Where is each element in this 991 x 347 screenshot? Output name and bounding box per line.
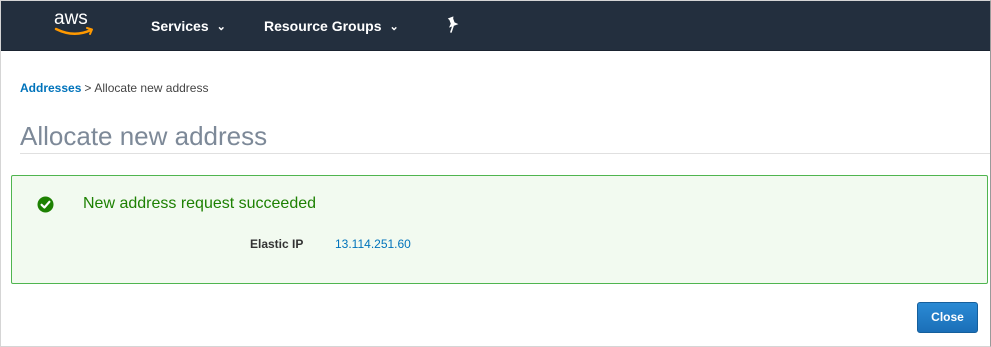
close-button[interactable]: Close xyxy=(917,302,978,333)
chevron-down-icon: ⌄ xyxy=(389,21,399,33)
check-circle-icon xyxy=(37,196,54,213)
services-menu-label: Services xyxy=(151,18,209,34)
aws-smile-icon xyxy=(54,27,93,35)
title-divider xyxy=(20,153,990,154)
console-window: aws Services ⌄ Resource Groups ⌄ Addresses… xyxy=(0,0,991,347)
resource-groups-menu[interactable]: Resource Groups ⌄ xyxy=(264,18,399,35)
success-alert: New address request succeeded Elastic IP… xyxy=(11,175,988,284)
chevron-down-icon: ⌄ xyxy=(216,21,226,33)
pin-icon[interactable] xyxy=(445,16,461,34)
aws-logo[interactable]: aws xyxy=(54,8,98,44)
services-menu[interactable]: Services ⌄ xyxy=(151,18,226,35)
page-title: Allocate new address xyxy=(20,121,268,151)
breadcrumb-separator: > xyxy=(84,81,92,95)
elastic-ip-value-link[interactable]: 13.114.251.60 xyxy=(335,237,411,252)
top-navigation-bar: aws Services ⌄ Resource Groups ⌄ xyxy=(1,1,990,51)
elastic-ip-label: Elastic IP xyxy=(250,237,304,251)
resource-groups-menu-label: Resource Groups xyxy=(264,18,382,34)
breadcrumb-current: Allocate new address xyxy=(94,81,209,95)
breadcrumb: Addresses > Allocate new address xyxy=(20,81,208,96)
alert-title: New address request succeeded xyxy=(83,195,317,212)
breadcrumb-addresses-link[interactable]: Addresses xyxy=(20,81,81,95)
